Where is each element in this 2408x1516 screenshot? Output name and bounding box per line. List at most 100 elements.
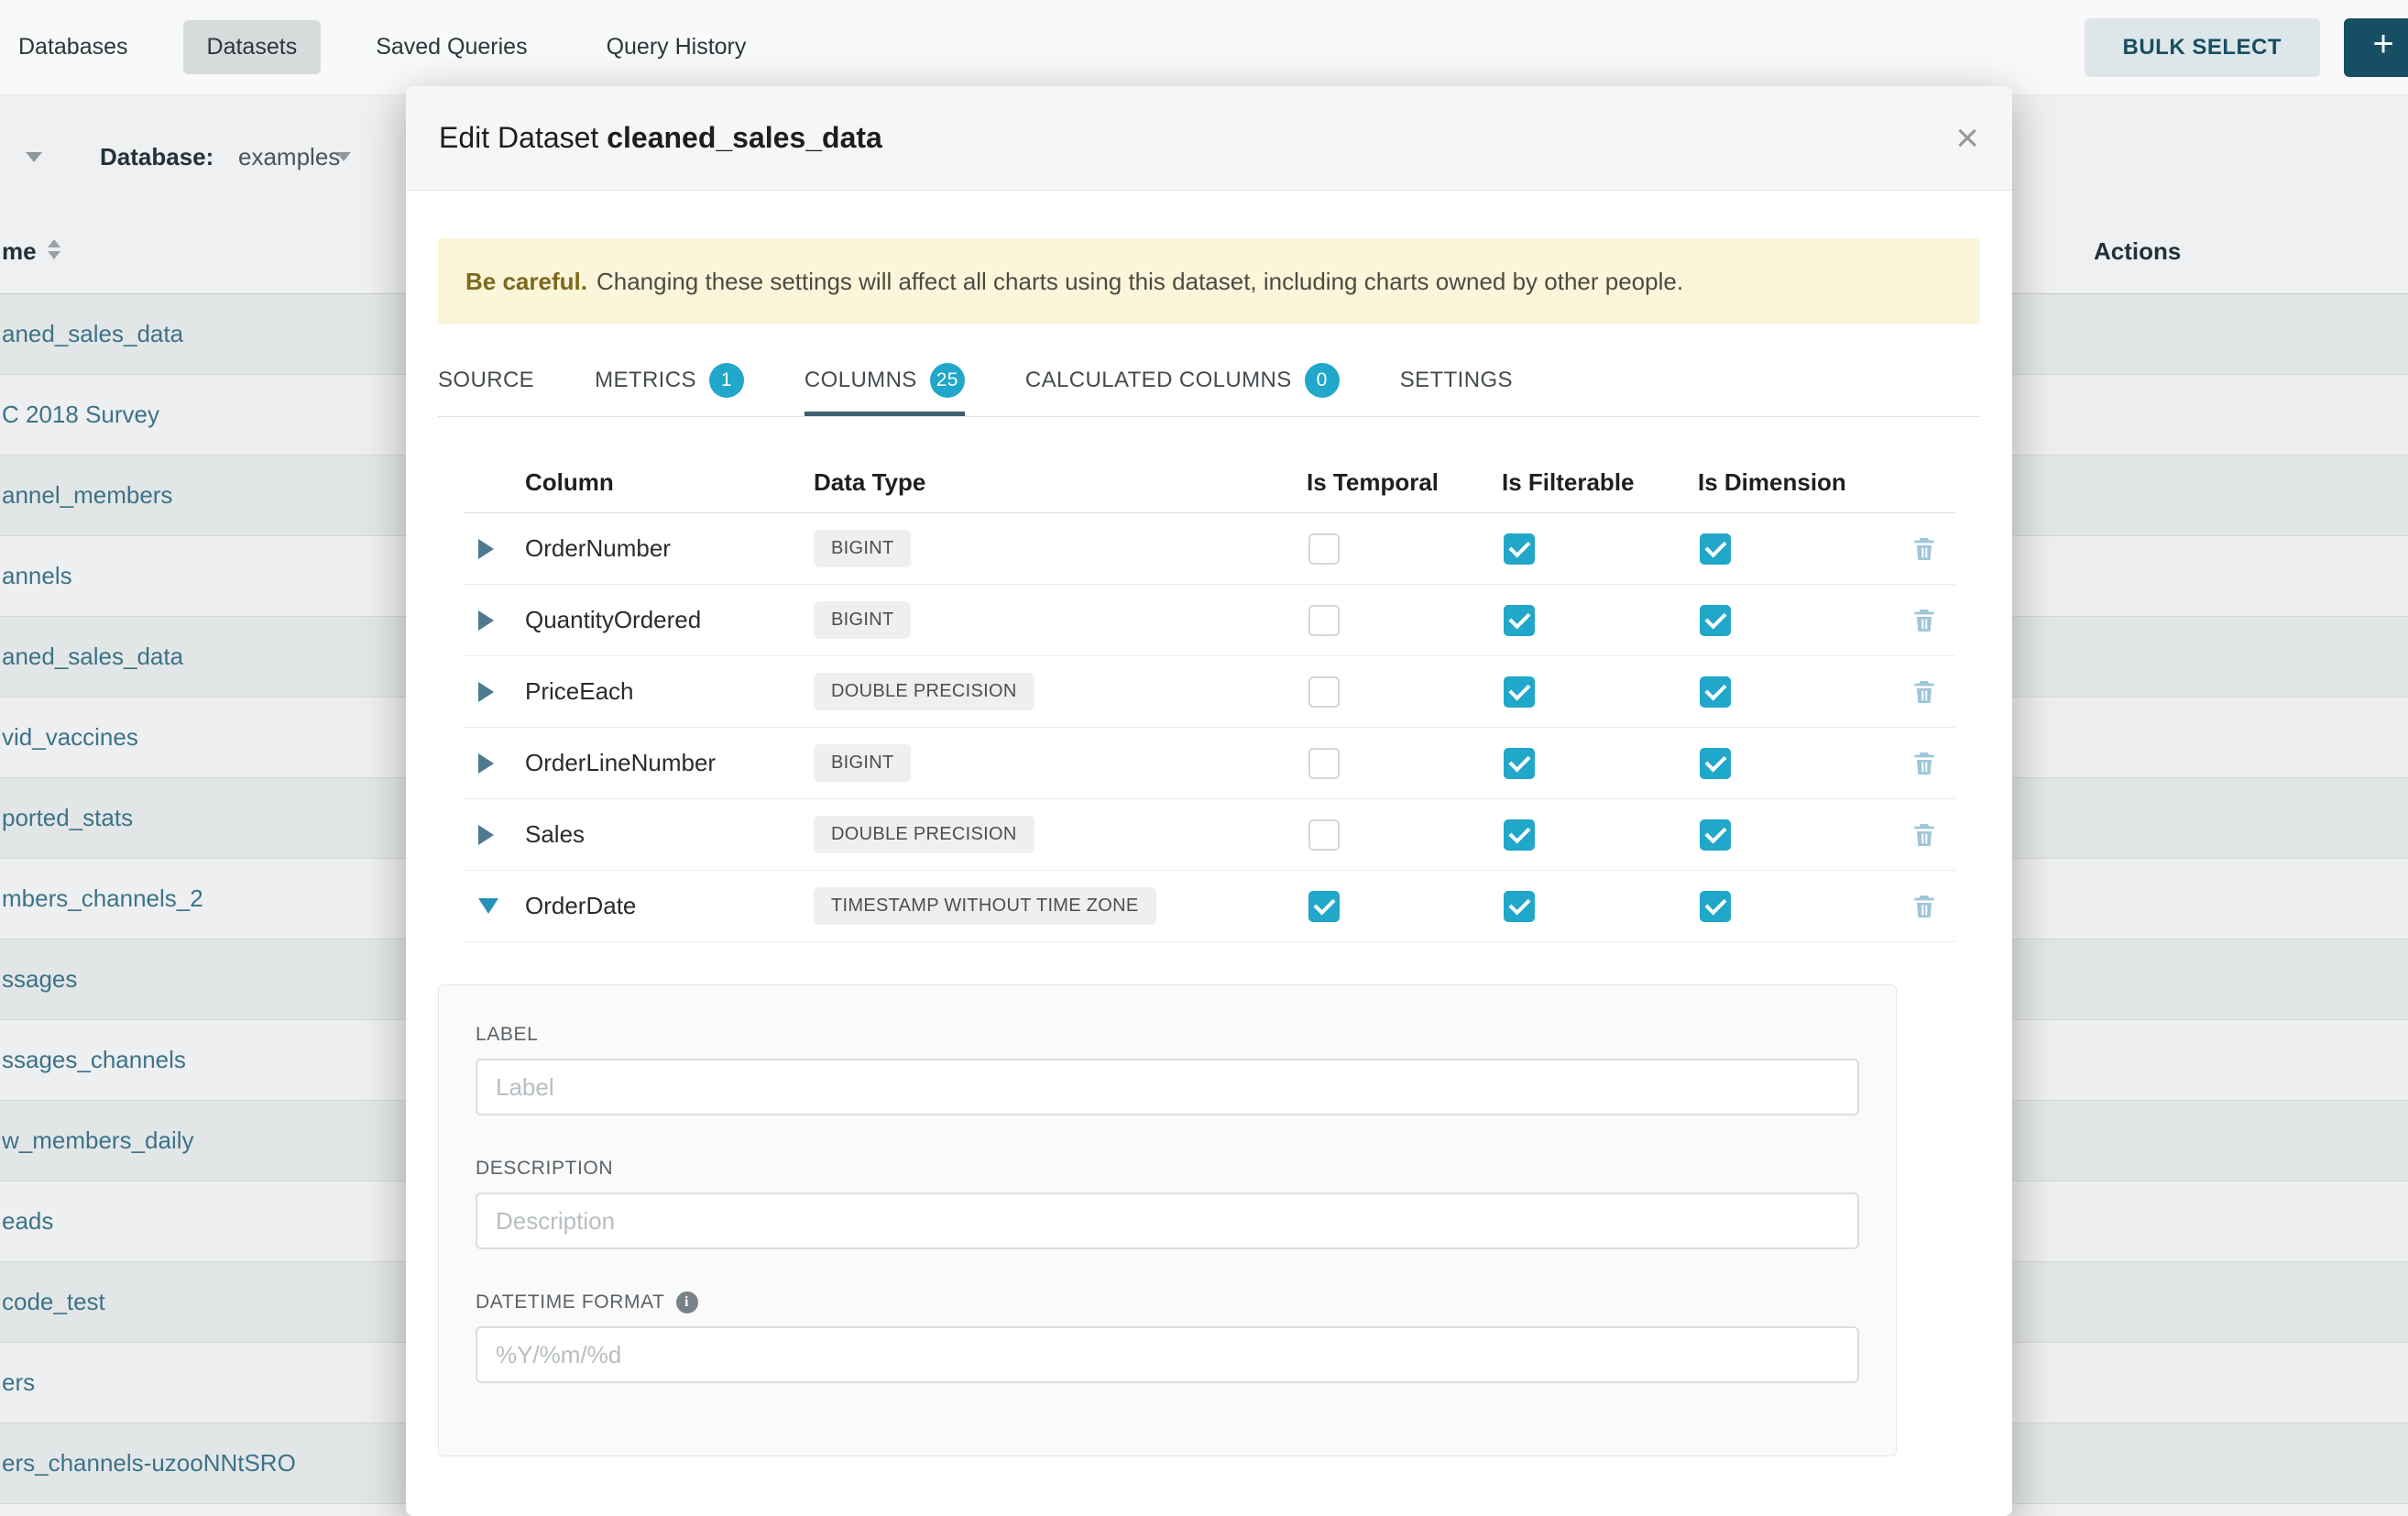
expand-caret-icon[interactable] xyxy=(464,825,525,845)
is-filterable-checkbox[interactable] xyxy=(1504,748,1535,779)
data-type-pill: BIGINT xyxy=(814,530,911,567)
is-filterable-cell xyxy=(1502,748,1698,779)
is-filterable-checkbox[interactable] xyxy=(1504,891,1535,922)
dataset-link[interactable]: C 2018 Survey xyxy=(2,401,159,429)
is-filterable-checkbox[interactable] xyxy=(1504,533,1535,565)
nav-tab-databases[interactable]: Databases xyxy=(18,20,152,74)
column-name: QuantityOrdered xyxy=(525,606,814,634)
dataset-link[interactable]: ssages_channels xyxy=(2,1046,186,1074)
delete-column-button[interactable] xyxy=(1893,820,1955,850)
info-icon[interactable]: i xyxy=(676,1291,698,1313)
datetime-format-label-text: DATETIME FORMAT xyxy=(476,1291,665,1313)
is-filterable-checkbox[interactable] xyxy=(1504,819,1535,851)
is-filterable-cell xyxy=(1502,676,1698,708)
is-dimension-cell xyxy=(1698,605,1893,636)
is-dimension-checkbox[interactable] xyxy=(1700,605,1731,636)
dataset-link[interactable]: ssages xyxy=(2,965,77,994)
is-dimension-cell xyxy=(1698,676,1893,708)
tab-count-badge: 1 xyxy=(709,363,744,398)
chevron-down-icon[interactable] xyxy=(26,152,42,162)
columns-table: Column Data Type Is Temporal Is Filterab… xyxy=(464,453,1955,942)
description-input[interactable] xyxy=(476,1192,1859,1249)
nav-tab-saved-queries[interactable]: Saved Queries xyxy=(352,20,551,74)
delete-column-button[interactable] xyxy=(1893,749,1955,778)
expand-caret-icon[interactable] xyxy=(464,682,525,702)
chevron-down-icon[interactable] xyxy=(336,152,351,161)
label-input[interactable] xyxy=(476,1059,1859,1115)
datetime-format-input[interactable] xyxy=(476,1326,1859,1383)
description-field-label: DESCRIPTION xyxy=(476,1158,1859,1180)
is-dimension-checkbox[interactable] xyxy=(1700,748,1731,779)
data-type-pill: BIGINT xyxy=(814,601,911,639)
is-filterable-checkbox[interactable] xyxy=(1504,676,1535,708)
is-temporal-checkbox[interactable] xyxy=(1308,533,1340,565)
dataset-link[interactable]: mbers_channels_2 xyxy=(2,884,203,913)
is-temporal-checkbox[interactable] xyxy=(1308,748,1340,779)
close-icon[interactable]: × xyxy=(1955,118,1979,159)
tab-count-badge: 25 xyxy=(930,363,965,398)
is-temporal-checkbox[interactable] xyxy=(1308,819,1340,851)
nav-right-actions: BULK SELECT + xyxy=(2085,18,2408,77)
tab-metrics[interactable]: METRICS 1 xyxy=(595,363,744,416)
is-temporal-cell xyxy=(1307,533,1502,565)
dataset-link[interactable]: annels xyxy=(2,562,72,590)
dataset-link[interactable]: ers xyxy=(2,1368,35,1397)
column-name: Sales xyxy=(525,820,814,849)
is-dimension-cell xyxy=(1698,533,1893,565)
columns-table-rows: OrderNumberBIGINTQuantityOrderedBIGINTPr… xyxy=(464,513,1955,942)
top-navigation: Databases Datasets Saved Queries Query Hist… xyxy=(0,0,2408,95)
is-temporal-cell xyxy=(1307,748,1502,779)
is-temporal-cell xyxy=(1307,605,1502,636)
database-filter-value[interactable]: examples xyxy=(238,143,340,171)
tab-label: CALCULATED COLUMNS xyxy=(1025,368,1292,393)
header-data-type: Data Type xyxy=(814,468,1307,497)
is-dimension-checkbox[interactable] xyxy=(1700,533,1731,565)
expand-caret-icon[interactable] xyxy=(464,539,525,559)
dataset-link[interactable]: aned_sales_data xyxy=(2,643,183,671)
is-temporal-checkbox[interactable] xyxy=(1308,605,1340,636)
nav-tab-datasets[interactable]: Datasets xyxy=(183,20,322,74)
delete-column-button[interactable] xyxy=(1893,534,1955,564)
tab-calculated-columns[interactable]: CALCULATED COLUMNS 0 xyxy=(1025,363,1340,416)
data-type-cell: DOUBLE PRECISION xyxy=(814,816,1307,853)
is-temporal-checkbox[interactable] xyxy=(1308,891,1340,922)
modal-title-prefix: Edit Dataset xyxy=(439,121,598,154)
column-name: OrderLineNumber xyxy=(525,749,814,777)
column-row: SalesDOUBLE PRECISION xyxy=(464,799,1955,871)
bulk-select-button[interactable]: BULK SELECT xyxy=(2085,18,2321,77)
dataset-link[interactable]: code_test xyxy=(2,1288,105,1316)
add-dataset-button[interactable]: + xyxy=(2344,18,2408,77)
tab-settings[interactable]: SETTINGS xyxy=(1400,363,1513,416)
delete-column-button[interactable] xyxy=(1893,892,1955,921)
is-dimension-checkbox[interactable] xyxy=(1700,819,1731,851)
is-dimension-cell xyxy=(1698,748,1893,779)
delete-column-button[interactable] xyxy=(1893,677,1955,707)
tab-columns[interactable]: COLUMNS25 xyxy=(804,363,965,416)
expand-caret-icon[interactable] xyxy=(464,610,525,631)
expand-caret-icon[interactable] xyxy=(464,753,525,774)
dataset-link[interactable]: eads xyxy=(2,1207,53,1236)
dataset-link[interactable]: ported_stats xyxy=(2,804,133,832)
modal-body: Be careful. Changing these settings will… xyxy=(406,238,2012,1456)
edit-dataset-modal: Edit Dataset cleaned_sales_data × Be car… xyxy=(406,86,2012,1516)
tab-source[interactable]: SOURCE xyxy=(438,363,534,416)
dataset-link[interactable]: w_members_daily xyxy=(2,1126,194,1155)
delete-column-button[interactable] xyxy=(1893,606,1955,635)
dataset-link[interactable]: ers_channels-uzooNNtSRO xyxy=(2,1449,296,1478)
is-dimension-checkbox[interactable] xyxy=(1700,676,1731,708)
warning-text: Changing these settings will affect all … xyxy=(597,268,1683,296)
tab-label: METRICS xyxy=(595,368,696,393)
tab-count-badge: 0 xyxy=(1305,363,1340,398)
is-temporal-checkbox[interactable] xyxy=(1308,676,1340,708)
description-field-label-text: DESCRIPTION xyxy=(476,1158,613,1180)
is-filterable-checkbox[interactable] xyxy=(1504,605,1535,636)
dataset-link[interactable]: annel_members xyxy=(2,481,172,510)
dataset-link[interactable]: aned_sales_data xyxy=(2,320,183,348)
is-dimension-checkbox[interactable] xyxy=(1700,891,1731,922)
sort-icon[interactable] xyxy=(48,239,60,259)
header-is-filterable: Is Filterable xyxy=(1502,468,1698,497)
dataset-link[interactable]: vid_vaccines xyxy=(2,723,138,752)
nav-tab-query-history[interactable]: Query History xyxy=(583,20,771,74)
collapse-caret-icon[interactable] xyxy=(464,898,525,914)
nav-tabs: Databases Datasets Saved Queries Query Hist… xyxy=(0,20,770,74)
